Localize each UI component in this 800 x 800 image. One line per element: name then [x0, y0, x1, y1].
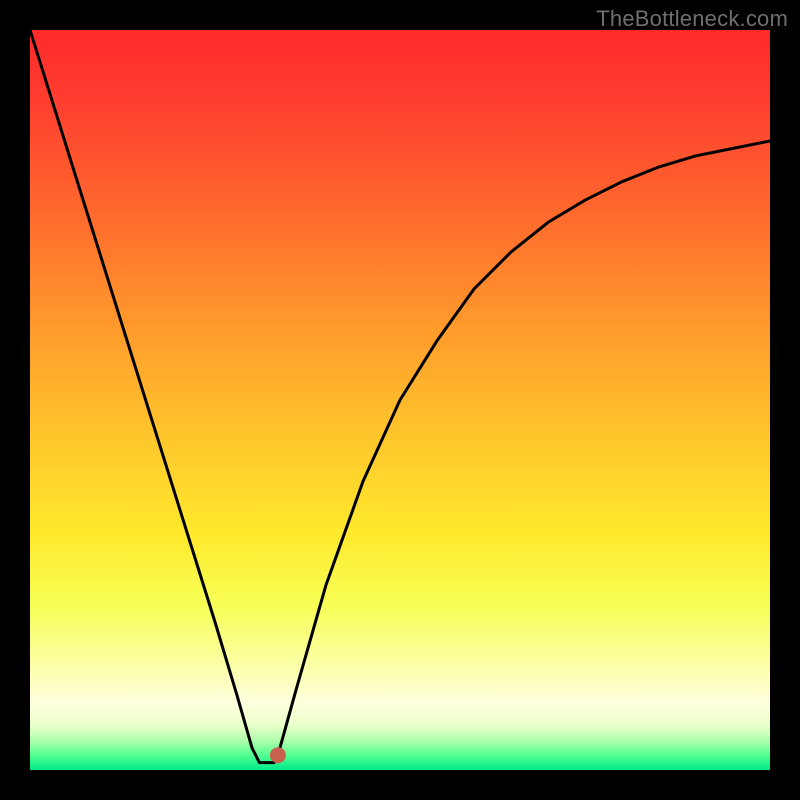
plot-area [30, 30, 770, 770]
chart-frame: TheBottleneck.com [0, 0, 800, 800]
curve-layer [30, 30, 770, 770]
watermark-text: TheBottleneck.com [596, 6, 788, 32]
optimum-marker [270, 747, 286, 763]
bottleneck-curve [30, 30, 770, 763]
